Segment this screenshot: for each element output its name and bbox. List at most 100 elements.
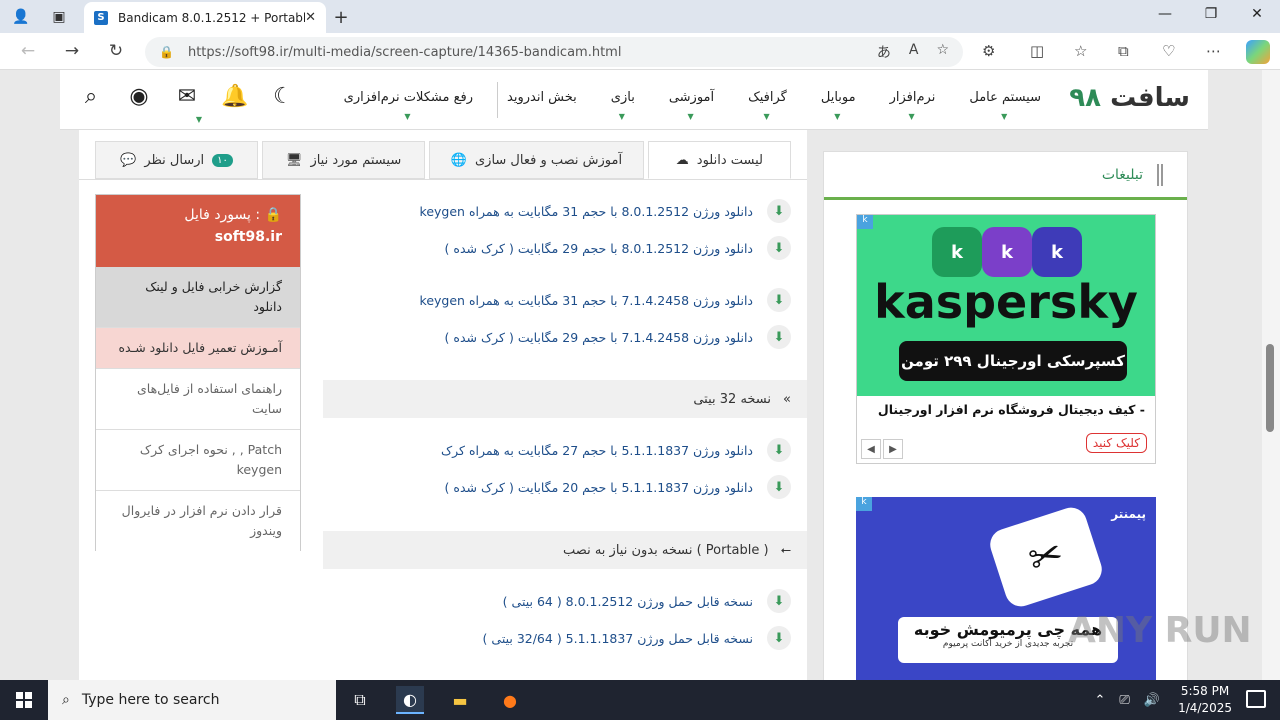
- volume-icon[interactable]: 🔊: [1144, 693, 1160, 708]
- menu-item-education[interactable]: آموزشی ▼: [652, 90, 731, 121]
- download-link-row[interactable]: ⬇ دانلود ورژن 5.1.1.1837 با حجم 20 مگابای…: [445, 475, 791, 499]
- download-link[interactable]: دانلود ورژن 7.1.4.2458 با حجم 31 مگابایت…: [420, 293, 753, 308]
- firewall-guide-link[interactable]: قرار دادن نرم افزار در فایروال ویندوز: [96, 491, 300, 551]
- taskbar-search[interactable]: ⌕ Type here to search: [48, 680, 336, 720]
- download-link[interactable]: نسخه قابل حمل ورژن 5.1.1.1837 ( 32/64 بی…: [483, 631, 753, 646]
- maximize-icon[interactable]: ❐: [1200, 6, 1222, 22]
- crack-guide-link[interactable]: نحوه اجرای کرک , , Patch keygen: [96, 430, 300, 491]
- favorites-icon[interactable]: ☆: [1074, 42, 1087, 60]
- ad-badge-icon: k: [856, 497, 872, 511]
- notification-bell-icon[interactable]: 🔔: [220, 84, 250, 109]
- copilot-icon[interactable]: [1246, 40, 1270, 64]
- double-chevron-icon: «: [783, 391, 791, 407]
- collections-icon[interactable]: ⧉: [1118, 42, 1129, 60]
- prev-arrow-icon[interactable]: ◀: [861, 439, 881, 459]
- download-section: ☁ لیست دانلود 🌐 آموزش نصب و فعال سازی 🖥 سیس…: [79, 130, 807, 680]
- download-link-row[interactable]: ⬇ نسخه قابل حمل ورژن 8.0.1.2512 ( 64 بیتی…: [503, 589, 791, 613]
- ad-click-button[interactable]: کلیک کنید: [1085, 433, 1147, 453]
- site-favicon-icon: S: [94, 10, 108, 25]
- menu-label: رفع مشکلات نرم‌افزاری: [343, 90, 473, 105]
- menu-item-troubleshoot[interactable]: رفع مشکلات نرم‌افزاری ▼: [327, 90, 490, 121]
- split-screen-icon[interactable]: ◫: [1030, 42, 1044, 60]
- download-link-row[interactable]: ⬇ دانلود ورژن 5.1.1.1837 با حجم 27 مگابای…: [441, 438, 791, 462]
- repair-download-guide-link[interactable]: آمـوزش تعمیر فایل دانلود شـده: [96, 328, 300, 369]
- download-link[interactable]: دانلود ورژن 5.1.1.1837 با حجم 27 مگابایت…: [441, 443, 753, 458]
- close-tab-icon[interactable]: ✕: [305, 10, 316, 25]
- download-link-row[interactable]: ⬇ دانلود ورژن 7.1.4.2458 با حجم 31 مگابای…: [420, 288, 791, 312]
- extensions-icon[interactable]: ⚙: [982, 42, 995, 60]
- download-link[interactable]: دانلود ورژن 8.0.1.2512 با حجم 31 مگابایت…: [420, 204, 753, 219]
- next-arrow-icon[interactable]: ▶: [883, 439, 903, 459]
- refresh-icon[interactable]: ↻: [104, 41, 128, 61]
- download-link[interactable]: دانلود ورژن 7.1.4.2458 با حجم 29 مگابایت…: [445, 330, 753, 345]
- scrollbar-thumb[interactable]: [1266, 344, 1274, 432]
- search-icon: ⌕: [62, 692, 70, 708]
- ads-title: تبلیغات: [1101, 166, 1143, 183]
- start-button[interactable]: [0, 680, 48, 720]
- menu-item-software[interactable]: نرم‌افزار ▼: [873, 90, 953, 121]
- performance-icon[interactable]: ♡: [1162, 42, 1175, 60]
- download-arrow-icon: ⬇: [767, 236, 791, 260]
- paymentor-ad[interactable]: k پیمنتر ✂ همه چی پرمیومش خوبه تجربه جدی…: [856, 497, 1156, 680]
- tab-actions-icon[interactable]: ▣: [48, 6, 70, 28]
- report-broken-link[interactable]: گزارش خرابی فایل و لینک دانلود: [96, 267, 300, 328]
- translate-icon[interactable]: あ: [877, 42, 891, 62]
- tab-requirements[interactable]: 🖥 سیستم مورد نیاز: [262, 141, 426, 179]
- password-label: پسورد فایل :: [184, 207, 261, 223]
- download-arrow-icon: ⬇: [767, 199, 791, 223]
- browser-tab-bar: 👤 ▣ S Bandicam 8.0.1.2512 + Portable ✕ +…: [0, 0, 1280, 33]
- close-window-icon[interactable]: ✕: [1246, 6, 1268, 22]
- site-logo[interactable]: سافت ۹۸: [1069, 83, 1190, 113]
- edge-taskbar-icon[interactable]: ◐: [396, 686, 424, 714]
- file-explorer-icon[interactable]: ▬: [446, 686, 474, 714]
- dropdown-arrow-icon: ▼: [618, 112, 625, 121]
- paymentor-logo: پیمنتر: [1111, 507, 1146, 521]
- new-tab-icon[interactable]: +: [330, 6, 352, 28]
- dropdown-arrow-icon: ▼: [195, 115, 203, 124]
- ad-pager: ◀ ▶: [861, 439, 903, 459]
- download-link-row[interactable]: ⬇ دانلود ورژن 8.0.1.2512 با حجم 31 مگابای…: [420, 199, 791, 223]
- forward-icon[interactable]: →: [60, 41, 84, 61]
- download-link-row[interactable]: ⬇ دانلود ورژن 8.0.1.2512 با حجم 29 مگابای…: [445, 236, 791, 260]
- taskbar-clock[interactable]: 5:58 PM 1/4/2025: [1178, 683, 1232, 717]
- download-link[interactable]: نسخه قابل حمل ورژن 8.0.1.2512 ( 64 بیتی …: [503, 594, 753, 609]
- menu-item-android[interactable]: بخش اندروید: [490, 90, 594, 105]
- lock-icon[interactable]: 🔒: [159, 45, 174, 59]
- mail-icon[interactable]: ✉ ▼: [172, 84, 202, 124]
- browser-tab[interactable]: S Bandicam 8.0.1.2512 + Portable ✕: [84, 2, 326, 33]
- ads-sidebar: تبلیغات k k k k kaspersky کسپرسکی اورجین…: [823, 151, 1188, 680]
- site-files-guide-link[interactable]: راهنمای استفاده از فایل‌های سایت: [96, 369, 300, 430]
- back-icon[interactable]: ←: [16, 41, 40, 61]
- download-link[interactable]: دانلود ورژن 8.0.1.2512 با حجم 29 مگابایت…: [445, 241, 753, 256]
- read-aloud-icon[interactable]: A: [909, 42, 919, 62]
- url-field[interactable]: 🔒 https://soft98.ir/multi-media/screen-c…: [145, 37, 963, 67]
- minimize-icon[interactable]: —: [1154, 6, 1176, 22]
- menu-item-mobile[interactable]: موبایل ▼: [804, 90, 873, 121]
- menu-item-graphics[interactable]: گرافیک ▼: [731, 90, 804, 121]
- download-link-row[interactable]: ⬇ دانلود ورژن 7.1.4.2458 با حجم 29 مگابای…: [445, 325, 791, 349]
- download-arrow-icon: ⬇: [767, 475, 791, 499]
- dark-mode-moon-icon[interactable]: ☾: [268, 84, 298, 109]
- tab-install-guide[interactable]: 🌐 آموزش نصب و فعال سازی: [429, 141, 644, 179]
- notification-icon[interactable]: [1246, 690, 1266, 708]
- download-link-row[interactable]: ⬇ نسخه قابل حمل ورژن 5.1.1.1837 ( 32/64 ب…: [483, 626, 791, 650]
- chevron-up-icon[interactable]: ⌃: [1095, 693, 1106, 708]
- menu-item-games[interactable]: بازی ▼: [594, 90, 652, 121]
- comments-count-badge: ۱۰: [212, 153, 233, 167]
- tab-download-list[interactable]: ☁ لیست دانلود: [647, 141, 791, 179]
- profile-icon[interactable]: 👤: [10, 6, 32, 28]
- search-icon[interactable]: ⌕: [76, 84, 106, 109]
- user-icon[interactable]: ◉: [124, 84, 154, 109]
- firefox-icon[interactable]: ●: [496, 686, 524, 714]
- network-icon[interactable]: ⎚: [1119, 693, 1129, 708]
- more-menu-icon[interactable]: ⋯: [1206, 42, 1221, 60]
- tab-comments[interactable]: 💬 ارسال نظر ۱۰: [94, 141, 259, 179]
- menu-item-os[interactable]: سیستم عامل ▼: [952, 90, 1058, 121]
- site-header: سافت ۹۸ سیستم عامل ▼ نرم‌افزار ▼ موبایل ▼ گ…: [60, 70, 1208, 130]
- kaspersky-ad[interactable]: k k k k kaspersky کسپرسکی اورجینال ۲۹۹ ت…: [856, 214, 1156, 464]
- page-scrollbar[interactable]: [1262, 70, 1280, 680]
- dropdown-arrow-icon: ▼: [404, 112, 411, 121]
- download-link[interactable]: دانلود ورژن 5.1.1.1837 با حجم 20 مگابایت…: [445, 480, 753, 495]
- task-view-icon[interactable]: ⧉: [346, 686, 374, 714]
- favorite-star-icon[interactable]: ☆: [936, 42, 949, 62]
